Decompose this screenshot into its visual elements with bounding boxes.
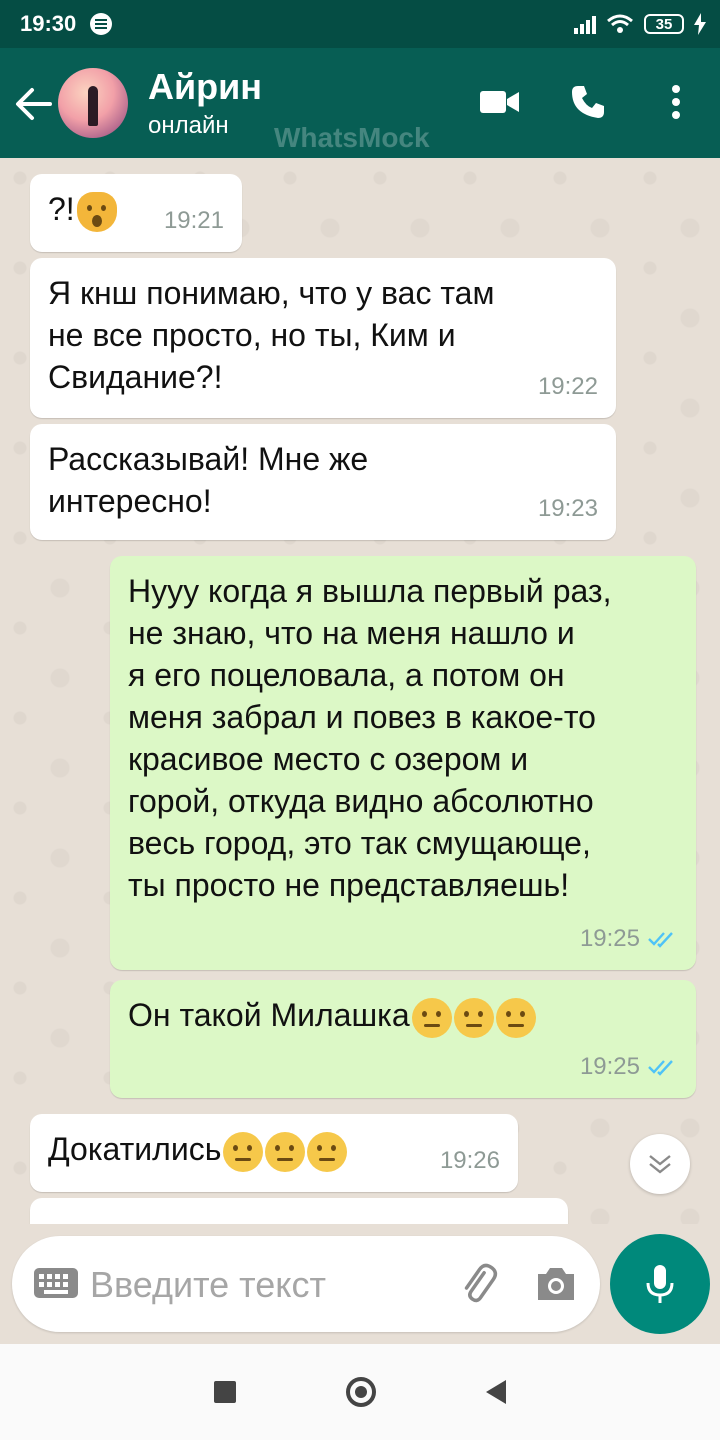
drooling-face-emoji (495, 997, 536, 1038)
phone-icon[interactable] (564, 78, 612, 126)
avatar[interactable] (58, 68, 128, 138)
recents-button[interactable] (214, 1381, 236, 1403)
drooling-face-emoji (453, 997, 494, 1038)
message-bubble-outgoing[interactable]: Нууу когда я вышла первый раз, не знаю, … (110, 556, 696, 970)
status-bar: 19:30 35 (0, 0, 720, 48)
message-time: 19:25 (579, 925, 640, 952)
chevron-down-icon (649, 1155, 671, 1174)
message-text: Он такой Милашка (128, 997, 410, 1033)
message-input[interactable] (88, 1260, 442, 1310)
contact-name[interactable]: Айрин (148, 66, 262, 108)
wifi-icon (607, 14, 633, 33)
message-text: Докатились (48, 1131, 222, 1167)
status-time: 19:30 (20, 11, 77, 36)
message-bubble-outgoing[interactable]: Он такой Милашка 19:25 (110, 980, 696, 1098)
charging-icon (694, 13, 706, 35)
confused-face-emoji (223, 1131, 264, 1172)
video-call-icon[interactable] (476, 78, 524, 126)
more-vertical-icon[interactable] (652, 78, 700, 126)
read-ticks-icon (648, 1060, 673, 1076)
message-time: 19:21 (163, 207, 224, 234)
message-time: 19:26 (439, 1147, 500, 1174)
back-button[interactable] (486, 1380, 506, 1404)
screaming-cat-emoji (76, 191, 117, 232)
chat-area[interactable]: ?! 19:21 Я кнш понимаю, что у вас там не… (0, 158, 720, 1224)
voice-record-button[interactable] (610, 1234, 710, 1334)
scroll-down-button[interactable] (630, 1134, 690, 1194)
contact-status: онлайн (148, 112, 229, 139)
battery-level: 35 (655, 15, 673, 33)
watermark: WhatsMock (274, 122, 430, 153)
signal-icon (574, 14, 596, 34)
neutral-face-emoji (265, 1131, 306, 1172)
read-ticks-icon (648, 932, 673, 948)
message-bubble[interactable]: ?! 19:21 (30, 174, 242, 252)
attach-icon[interactable] (454, 1260, 502, 1308)
message-bubble[interactable]: Я кнш понимаю, что у вас там не все прос… (30, 258, 616, 418)
microphone-icon (646, 1265, 674, 1303)
drooling-face-emoji (411, 997, 452, 1038)
battery-icon: 35 (644, 14, 684, 34)
expressionless-face-emoji (307, 1131, 348, 1172)
message-bubble-partial[interactable] (30, 1198, 568, 1224)
message-bubble[interactable]: Докатились 19:26 (30, 1114, 518, 1192)
message-text: Нууу когда я вышла первый раз, не знаю, … (128, 573, 612, 903)
spotify-icon (90, 13, 113, 35)
home-button[interactable] (346, 1377, 376, 1407)
message-bubble[interactable]: Рассказывай! Мне же интересно! 19:23 (30, 424, 616, 540)
message-text: ?! (48, 191, 75, 227)
chat-header: Айрин онлайн WhatsMock (0, 48, 720, 158)
system-navigation-bar (0, 1344, 720, 1440)
keyboard-icon[interactable] (34, 1266, 78, 1300)
camera-icon[interactable] (532, 1260, 580, 1308)
message-time: 19:22 (537, 373, 598, 400)
back-arrow-icon[interactable] (14, 86, 54, 122)
message-time: 19:23 (537, 495, 598, 522)
message-time: 19:25 (579, 1053, 640, 1080)
message-composer (12, 1236, 600, 1332)
message-text: Я кнш понимаю, что у вас там не все прос… (48, 275, 495, 395)
message-text: Рассказывай! Мне же интересно! (48, 441, 369, 519)
